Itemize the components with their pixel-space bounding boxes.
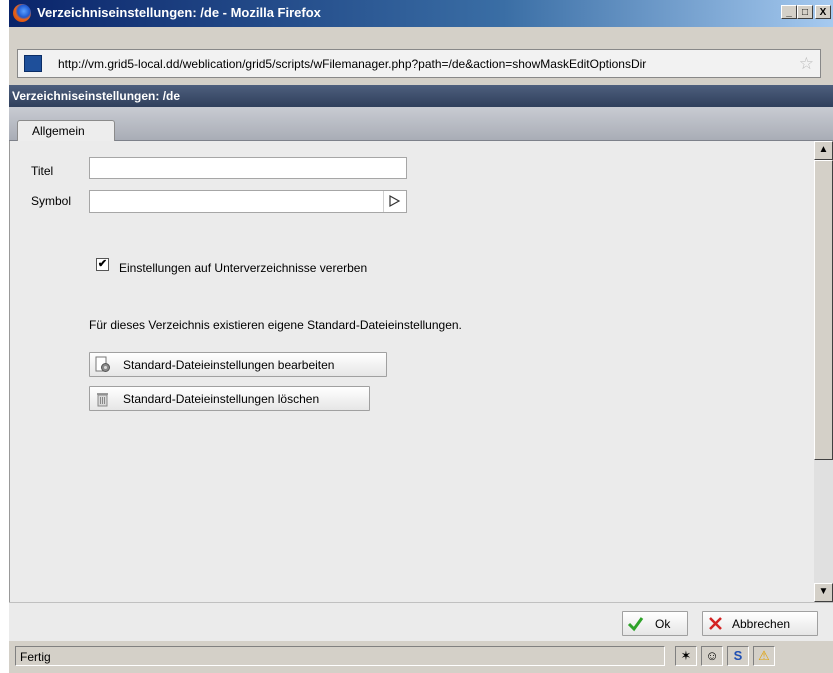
check-icon [627, 617, 644, 632]
gear-file-icon [95, 356, 110, 372]
symbol-label: Symbol [31, 194, 72, 208]
close-button[interactable]: X [815, 5, 831, 19]
s-icon[interactable]: S [727, 646, 749, 666]
address-bar[interactable]: http://vm.grid5-local.dd/weblication/gri… [17, 49, 821, 78]
face-icon[interactable]: ☺ [701, 646, 723, 666]
warning-icon[interactable]: ⚠ [753, 646, 775, 666]
ok-button[interactable]: Ok [622, 611, 688, 636]
cancel-label: Abbrechen [732, 617, 791, 631]
scroll-thumb[interactable] [814, 160, 833, 460]
inherit-label: Einstellungen auf Unterverzeichnisse ver… [119, 261, 368, 275]
symbol-picker-button[interactable] [383, 191, 405, 212]
scroll-down-button[interactable]: ▼ [814, 583, 833, 602]
delete-default-file-settings-button[interactable]: Standard-Dateieinstellungen löschen [89, 386, 370, 411]
status-bar: Fertig ✶ ☺ S ⚠ [9, 641, 833, 673]
tab-label: Allgemein [32, 124, 85, 138]
edit-button-label: Standard-Dateieinstellungen bearbeiten [123, 358, 335, 372]
bookmark-star-icon[interactable]: ☆ [799, 54, 814, 74]
scroll-up-button[interactable]: ▲ [814, 141, 833, 160]
tab-allgemein[interactable]: Allgemein [17, 120, 115, 141]
dialog-title-bar: Verzeichniseinstellungen: /de [9, 85, 833, 107]
dialog-footer: Ok Abbrechen [9, 602, 833, 641]
window-title: Verzeichniseinstellungen: /de - Mozilla … [37, 5, 321, 20]
delete-button-label: Standard-Dateieinstellungen löschen [123, 392, 320, 406]
url-text: http://vm.grid5-local.dd/weblication/gri… [58, 57, 647, 71]
spider-icon[interactable]: ✶ [675, 646, 697, 666]
cancel-button[interactable]: Abbrechen [702, 611, 818, 636]
dialog-content: Titel Symbol ✔ Einstellungen auf Unterve… [9, 141, 814, 602]
title-label: Titel [31, 164, 54, 178]
site-identity-icon[interactable] [24, 55, 42, 72]
info-text: Für dieses Verzeichnis existieren eigene… [89, 318, 462, 332]
firefox-icon [13, 4, 31, 22]
content-scrollbar[interactable]: ▲ ▼ [814, 141, 833, 602]
dialog-title: Verzeichniseinstellungen: /de [12, 89, 181, 103]
trash-icon [97, 393, 108, 407]
x-icon [709, 617, 722, 630]
tab-strip: Allgemein [9, 107, 833, 141]
minimize-button[interactable]: _ [781, 5, 797, 19]
play-triangle-icon [389, 194, 401, 208]
browser-window: Verzeichniseinstellungen: /de - Mozilla … [9, 0, 833, 673]
status-text: Fertig [15, 646, 665, 666]
window-titlebar[interactable]: Verzeichniseinstellungen: /de - Mozilla … [9, 0, 833, 27]
title-input[interactable] [89, 157, 407, 179]
inherit-checkbox[interactable]: ✔ [96, 258, 109, 271]
symbol-input[interactable] [89, 190, 407, 213]
edit-default-file-settings-button[interactable]: Standard-Dateieinstellungen bearbeiten [89, 352, 387, 377]
ok-label: Ok [655, 617, 671, 631]
maximize-button[interactable]: □ [797, 5, 813, 19]
